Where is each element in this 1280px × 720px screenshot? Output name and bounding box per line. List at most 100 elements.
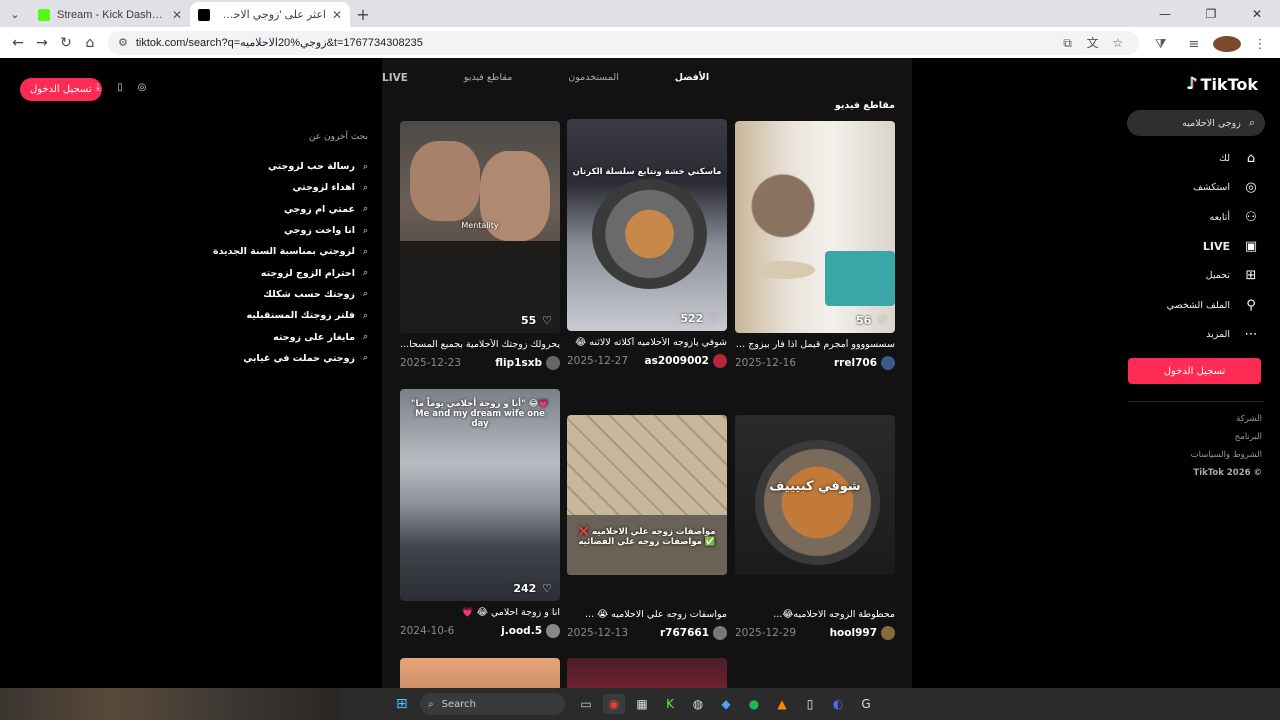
site-info-icon[interactable]: ⚙ [118, 36, 128, 49]
notepad-icon[interactable]: ▯ [799, 694, 821, 714]
related-search-item[interactable]: فلتر زوجتك المستقبليه ⌕ [168, 305, 368, 326]
related-search-item[interactable]: عمتي ام زوجي ⌕ [168, 199, 368, 220]
app-icon[interactable]: G [855, 694, 877, 714]
video-thumbnail[interactable]: شوفي كبيييف 29 ♡ [735, 415, 895, 575]
nav-more[interactable]: المزيد ⋯ [1130, 320, 1260, 349]
profile-avatar[interactable] [1212, 36, 1241, 53]
tab-users[interactable]: المستخدمون [568, 68, 618, 98]
search-icon[interactable]: ⌕ [1249, 116, 1255, 130]
menu-icon[interactable]: ⋮ [1246, 37, 1274, 52]
nav-following[interactable]: أتابعه ⚇ [1130, 203, 1260, 232]
video-card[interactable]: ماسكني خشة ونتابع سلسلة الكرتان 522 ♡ شو… [567, 119, 727, 368]
reload-icon[interactable]: ↻ [54, 31, 78, 55]
download-icon[interactable]: ⤓ [92, 82, 104, 96]
video-caption[interactable]: انا و زوجة احلامي 😂 💗 [400, 607, 560, 618]
back-icon[interactable]: ← [6, 31, 30, 55]
discord-icon[interactable]: ◐ [827, 694, 849, 714]
author-link[interactable]: hool997 [830, 626, 895, 640]
chrome-icon[interactable]: ◉ [603, 694, 625, 714]
browser-tab-tiktok[interactable]: اعثر على 'زوجي الاحلاميه' على TikTok ✕ [190, 2, 350, 27]
new-tab-button[interactable]: + [350, 2, 376, 27]
related-search-item[interactable]: احترام الزوج لزوجته ⌕ [168, 262, 368, 283]
vlc-icon[interactable]: ▲ [771, 694, 793, 714]
search-input[interactable]: زوجي الاحلاميه ⌕ [1127, 110, 1265, 136]
tab-top[interactable]: الأفضل [675, 68, 709, 98]
video-caption[interactable]: مواسفات زوجه علي الاحلاميه 😭 ... [567, 609, 727, 620]
related-search-item[interactable]: انا واخت زوجي ⌕ [168, 220, 368, 241]
taskbar-apps: ▭ ◉ ▦ K ◍ ◆ ● ▲ ▯ ◐ G [575, 694, 877, 714]
author-link[interactable]: j.ood.5 [501, 624, 560, 638]
video-thumbnail[interactable]: "أنا و زوجة أحلامي يوماً ما" 😂💗 Me and m… [400, 389, 560, 601]
video-thumbnail[interactable]: Mentality 55 ♡ [400, 121, 560, 333]
login-button[interactable]: تسجيل الدخول [1128, 358, 1261, 384]
video-card[interactable]: شوفي كبيييف 29 ♡ محطوطة الزوجه الاحلاميه… [735, 415, 895, 640]
related-search-item[interactable]: زوجتي حملت في غيابي ⌕ [168, 348, 368, 369]
minimize-icon[interactable]: — [1142, 0, 1188, 27]
file-explorer-icon[interactable]: ▭ [575, 694, 597, 714]
nav-explore[interactable]: استكشف ◎ [1130, 173, 1260, 202]
tiktok-note-icon: ♪ [1186, 74, 1198, 94]
bookmark-star-icon[interactable]: ☆ [1107, 36, 1129, 50]
video-card[interactable]: 56 ♡ سسسوووو أمجرم قيمل اذا فار بيزوج عل… [735, 121, 895, 370]
windows-start-icon[interactable]: ⊞ [396, 696, 408, 712]
close-window-icon[interactable]: ✕ [1234, 0, 1280, 27]
video-caption[interactable]: شوفي يازوجه الأحلاميه أكلاته لالاثنه 😂 [567, 337, 727, 348]
related-search-item[interactable]: لزوجتي بمناسبة السنة الجديدة ⌕ [168, 241, 368, 262]
forward-icon[interactable]: → [30, 31, 54, 55]
author-link[interactable]: as2009002 [645, 354, 727, 368]
install-app-icon[interactable]: ⧉ [1057, 36, 1079, 51]
footer-link-company[interactable]: الشركة [1191, 410, 1262, 428]
video-card[interactable]: "أنا و زوجة أحلامي يوماً ما" 😂💗 Me and m… [400, 389, 560, 638]
taskbar-search[interactable]: ⌕ Search [420, 693, 565, 715]
video-date: 2025-12-13 [567, 627, 629, 639]
browser-tab-kick[interactable]: Stream - Kick Dashboard ✕ [30, 2, 190, 27]
video-thumbnail[interactable] [400, 658, 560, 688]
close-tab-icon[interactable]: ✕ [172, 8, 182, 22]
related-search-item[interactable]: زوجتك حسب شكلك ⌕ [168, 284, 368, 305]
author-link[interactable]: r767661 [660, 626, 727, 640]
home-browser-icon[interactable]: ⌂ [78, 31, 102, 55]
search-icon: ⌕ [362, 353, 368, 364]
obs-icon[interactable]: ▦ [631, 694, 653, 714]
video-date: 2025-12-16 [735, 357, 797, 369]
footer-link-program[interactable]: البرنامج [1191, 428, 1262, 446]
author-link[interactable]: flip1sxb [495, 356, 560, 370]
nav-upload[interactable]: تحميل ⊞ [1130, 261, 1260, 290]
media-icon[interactable]: ≡ [1180, 37, 1208, 52]
nav-profile[interactable]: الملف الشخصي ⚲ [1130, 290, 1260, 319]
video-thumbnail[interactable]: مواصفات زوجه علي الاحلاميه ❌ مواصفات زوج… [567, 415, 727, 575]
video-caption[interactable]: محطوطة الزوجه الاحلاميه😂... [735, 609, 895, 620]
related-search-item[interactable]: رسالة حب لزوجتي ⌕ [168, 156, 368, 177]
tab-search-button[interactable]: ⌄ [4, 3, 26, 25]
video-caption[interactable]: يحرولك زوجتك الأحلامية بجميع المسحا... [400, 339, 560, 350]
video-thumbnail[interactable]: ماسكني خشة ونتابع سلسلة الكرتان 522 ♡ [567, 119, 727, 331]
author-link[interactable]: rrel706 [834, 356, 895, 370]
footer-link-terms[interactable]: الشروط والسياسات [1191, 446, 1262, 464]
phone-icon[interactable]: ▯ [114, 82, 126, 96]
related-search-item[interactable]: مايغار على زوجته ⌕ [168, 326, 368, 347]
video-caption[interactable]: سسسوووو أمجرم قيمل اذا فار بيزوج عل... [735, 339, 895, 350]
related-search-item[interactable]: اهداء لزوجتي ⌕ [168, 177, 368, 198]
github-icon[interactable]: ◍ [687, 694, 709, 714]
maximize-icon[interactable]: ❐ [1188, 0, 1234, 27]
edge-icon[interactable]: ◆ [715, 694, 737, 714]
video-card[interactable] [400, 658, 560, 688]
video-thumbnail[interactable] [567, 658, 727, 688]
nav-live[interactable]: LIVE ▣ [1130, 232, 1260, 261]
spotify-icon[interactable]: ● [743, 694, 765, 714]
tiktok-logo[interactable]: ♪ TikTok [1187, 74, 1258, 94]
video-card[interactable]: مواصفات زوجه علي الاحلاميه ❌ مواصفات زوج… [567, 415, 727, 640]
translate-icon[interactable]: 文 [1082, 34, 1104, 51]
video-thumbnail[interactable]: 56 ♡ [735, 121, 895, 333]
login-pill-button[interactable]: تسجيل الدخول [20, 78, 102, 101]
explore-compass-icon[interactable]: ◎ [136, 82, 148, 96]
kick-icon[interactable]: K [659, 694, 681, 714]
tab-live[interactable]: LIVE [382, 68, 408, 98]
tab-videos[interactable]: مقاطع فيديو [464, 68, 512, 98]
nav-for-you[interactable]: لك ⌂ [1130, 144, 1260, 173]
close-tab-icon[interactable]: ✕ [332, 8, 342, 22]
video-card[interactable]: Mentality 55 ♡ يحرولك زوجتك الأحلامية بج… [400, 121, 560, 370]
video-card[interactable] [567, 658, 727, 688]
extensions-icon[interactable]: ⧩ [1147, 37, 1175, 52]
address-bar[interactable]: ⚙ tiktok.com/search?q=زوجي%20الاحلاميه&t… [108, 30, 1139, 55]
